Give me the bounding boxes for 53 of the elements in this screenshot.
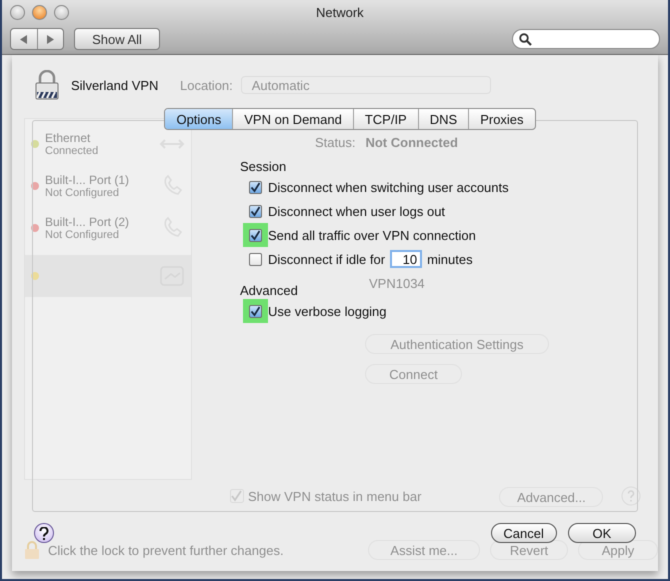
search-field[interactable] [512, 29, 660, 49]
location-label: Location: [180, 78, 233, 92]
service-status: Connected [45, 145, 100, 157]
service-item[interactable]: Built-I... Port (2) Not Configured [25, 207, 191, 249]
checkbox[interactable] [249, 204, 262, 218]
location-popup[interactable]: Automatic [240, 76, 491, 94]
lock-icon [35, 70, 59, 100]
checkbox[interactable] [249, 252, 262, 266]
lock-message: Click the lock to prevent further changes. [48, 542, 284, 558]
close-icon[interactable] [32, 4, 47, 20]
service-name: Built-I... Port (2) [45, 215, 130, 229]
ok-button[interactable]: OK [568, 523, 636, 543]
option-label: Send all traffic over VPN connection [268, 228, 476, 242]
account-name-value: VPN1034 [369, 276, 425, 290]
show-all-button[interactable]: Show All [74, 28, 160, 50]
service-name: Built-I... Port (1) [45, 173, 130, 187]
window-control-icon[interactable] [54, 4, 69, 20]
status-label: Status: [315, 134, 356, 150]
search-icon [519, 32, 532, 46]
service-status: Not Configured [45, 229, 120, 241]
cancel-button[interactable]: Cancel [490, 523, 557, 543]
option-label: Disconnect when user logs out [268, 204, 446, 218]
help-button[interactable] [34, 523, 54, 543]
section-title: Session [240, 159, 286, 175]
advanced-button[interactable]: Advanced... [499, 487, 604, 507]
connect-button[interactable]: Connect [365, 364, 462, 384]
left-triangle-icon [20, 34, 28, 44]
tab[interactable]: VPN on Demand [232, 109, 353, 129]
help-icon [38, 526, 49, 540]
tab[interactable]: Proxies [468, 109, 535, 129]
unit-label: minutes [427, 252, 473, 266]
checkbox[interactable] [249, 228, 262, 242]
window-control-icon[interactable] [10, 4, 25, 20]
option-label: Disconnect when switching user accounts [268, 180, 509, 194]
option-label: Use verbose logging [268, 304, 387, 318]
service-status: Not Configured [45, 187, 120, 199]
section-title: Advanced [240, 283, 298, 299]
tab[interactable]: TCP/IP [352, 109, 418, 129]
checkbox[interactable] [249, 304, 262, 318]
status-value: Not Connected [365, 134, 458, 150]
option-label: Disconnect if idle for [268, 252, 386, 266]
checkbox[interactable] [249, 180, 262, 194]
window-title: Network [316, 4, 365, 20]
tab[interactable]: DNS [418, 109, 468, 129]
idle-minutes-field[interactable]: 10 [390, 250, 422, 268]
right-triangle-icon [46, 34, 54, 44]
option-label: Show VPN status in menu bar [248, 488, 422, 504]
service-title: Silverland VPN [71, 78, 158, 92]
authentication-settings-button[interactable]: Authentication Settings [365, 334, 549, 354]
service-name: Ethernet [45, 131, 92, 145]
service-item[interactable]: Built-I... Port (1) Not Configured [25, 165, 191, 207]
assist-me-button[interactable]: Assist me... [368, 540, 480, 560]
tab[interactable]: Options [165, 109, 232, 129]
